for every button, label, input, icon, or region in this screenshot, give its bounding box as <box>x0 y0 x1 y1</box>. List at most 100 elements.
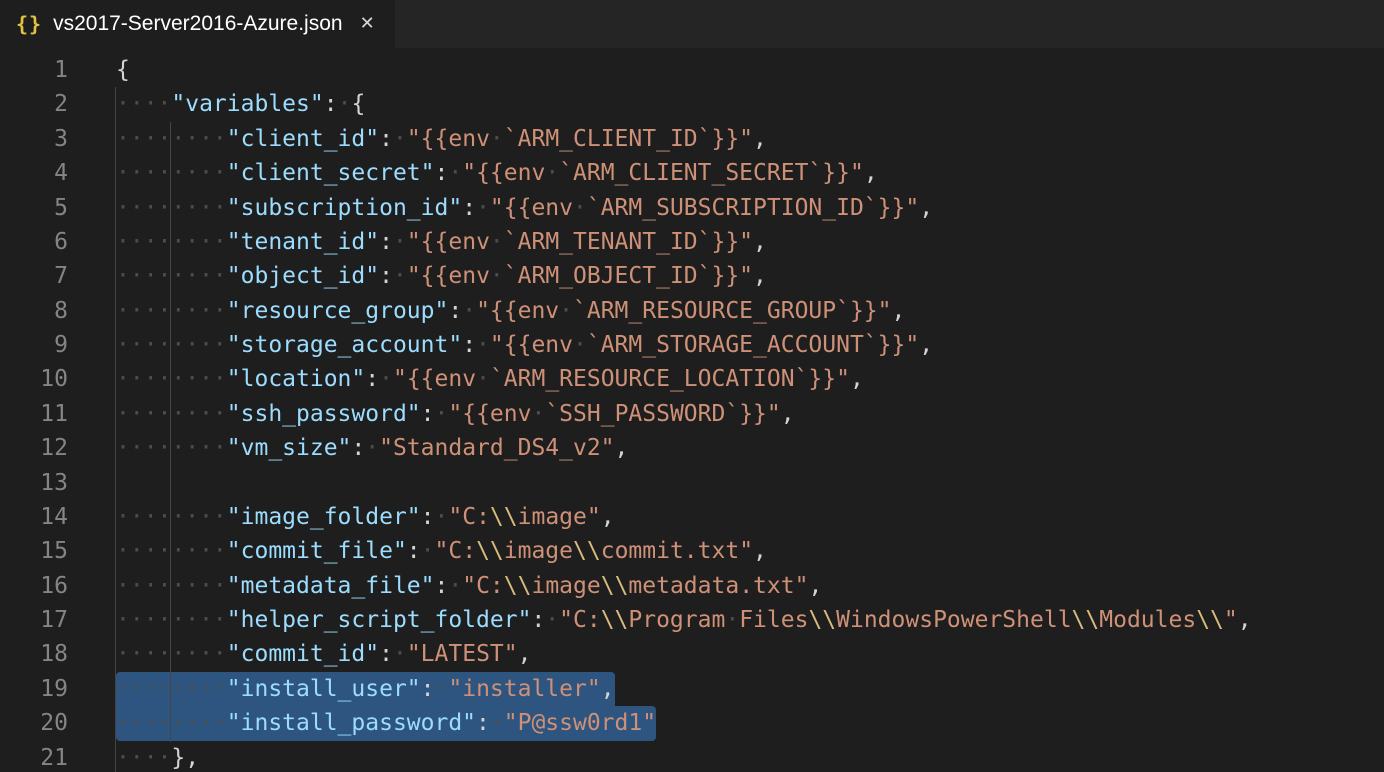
token-key: "vm_size" <box>227 435 352 461</box>
whitespace-dots: ········ <box>116 710 227 736</box>
code-text: ········"image_folder":·"C:\\image", <box>116 500 615 534</box>
token-pun: : <box>379 126 393 152</box>
line-number: 1 <box>0 53 68 87</box>
whitespace-dots: ········ <box>116 435 227 461</box>
code-text: ········"object_id":·"{{env·`ARM_OBJECT_… <box>116 259 767 293</box>
code-line[interactable]: 19········"install_user":·"installer", <box>0 672 1384 706</box>
code-line[interactable]: 7 ········"object_id":·"{{env·`ARM_OBJECT… <box>0 259 1384 293</box>
token-str: "{{env <box>490 195 573 221</box>
whitespace-dots: · <box>421 538 435 564</box>
token-pun: , <box>753 538 767 564</box>
code-line[interactable]: 15········"commit_file":·"C:\\image\\com… <box>0 534 1384 568</box>
line-number: 18 <box>0 637 68 671</box>
code-line[interactable]: 9········"storage_account":·"{{env·`ARM_… <box>0 328 1384 362</box>
code-line[interactable]: 14 ········"image_folder":·"C:\\image", <box>0 500 1384 534</box>
whitespace-dots: · <box>476 195 490 221</box>
whitespace-dots: ········ <box>116 676 227 702</box>
token-pun: , <box>781 401 795 427</box>
token-key: "client_secret" <box>227 160 435 186</box>
line-number: 12 <box>0 431 68 465</box>
token-pun: , <box>864 160 878 186</box>
token-str: `ARM_OBJECT_ID`}}" <box>504 263 753 289</box>
code-line[interactable]: 3········"client_id":·"{{env·`ARM_CLIENT… <box>0 122 1384 156</box>
code-text: ········"install_password":·"P@ssw0rd1" <box>116 706 656 740</box>
token-pun: , <box>808 573 822 599</box>
code-line[interactable]: 13 <box>0 466 1384 500</box>
line-number: 9 <box>0 328 68 362</box>
whitespace-dots: ········ <box>116 263 227 289</box>
token-esc: \\ <box>601 573 629 599</box>
token-pun: : <box>476 710 490 736</box>
whitespace-dots: · <box>393 229 407 255</box>
code-text: ········"ssh_password":·"{{env·`SSH_PASS… <box>116 397 795 431</box>
token-pun: : <box>531 607 545 633</box>
whitespace-dots: · <box>490 710 504 736</box>
whitespace-dots: · <box>725 607 739 633</box>
code-line[interactable]: 20········"install_password":·"P@ssw0rd1… <box>0 706 1384 740</box>
token-str: `ARM_RESOURCE_GROUP`}}" <box>573 298 892 324</box>
code-line[interactable]: 8········"resource_group":·"{{env·`ARM_R… <box>0 294 1384 328</box>
token-pun: , <box>615 435 629 461</box>
code-editor[interactable]: 1{2····"variables":·{3········"client_id… <box>0 48 1384 772</box>
token-key: "client_id" <box>227 126 379 152</box>
token-pun: , <box>601 676 615 702</box>
whitespace-dots: ········ <box>116 538 227 564</box>
code-line[interactable]: 18········"commit_id":·"LATEST", <box>0 637 1384 671</box>
line-number: 13 <box>0 466 68 500</box>
whitespace-dots: · <box>531 401 545 427</box>
whitespace-dots: · <box>365 435 379 461</box>
code-line[interactable]: 2····"variables":·{ <box>0 87 1384 121</box>
code-line[interactable]: 16········"metadata_file":·"C:\\image\\m… <box>0 569 1384 603</box>
code-line[interactable]: 4········"client_secret":·"{{env·`ARM_CL… <box>0 156 1384 190</box>
token-key: "storage_account" <box>227 332 462 358</box>
tab-vs2017-server2016-azure[interactable]: {} vs2017-Server2016-Azure.json ✕ <box>0 0 395 48</box>
token-str: "C: <box>559 607 601 633</box>
code-line[interactable]: 6········"tenant_id":·"{{env·`ARM_TENANT… <box>0 225 1384 259</box>
token-esc: \\ <box>1072 607 1100 633</box>
token-pun: , <box>518 641 532 667</box>
whitespace-dots: ········ <box>116 401 227 427</box>
token-str: " <box>1224 607 1238 633</box>
token-pun: : <box>365 366 379 392</box>
whitespace-dots: · <box>573 332 587 358</box>
code-line[interactable]: 10········"location":·"{{env·`ARM_RESOUR… <box>0 362 1384 396</box>
line-number: 7 <box>0 259 68 293</box>
token-key: "subscription_id" <box>227 195 462 221</box>
token-str: "installer" <box>448 676 600 702</box>
token-pun: : <box>462 332 476 358</box>
code-text: ····}, <box>116 741 199 772</box>
token-pun: : <box>421 401 435 427</box>
whitespace-dots: · <box>490 263 504 289</box>
token-str: `ARM_STORAGE_ACCOUNT`}}" <box>587 332 919 358</box>
token-str: "{{env <box>393 366 476 392</box>
code-line[interactable]: 11········"ssh_password":·"{{env·`SSH_PA… <box>0 397 1384 431</box>
line-number: 14 <box>0 500 68 534</box>
token-str: "{{env <box>407 263 490 289</box>
whitespace-dots: · <box>462 298 476 324</box>
code-line[interactable]: 12········"vm_size":·"Standard_DS4_v2", <box>0 431 1384 465</box>
token-esc: \\ <box>504 573 532 599</box>
token-str: `ARM_RESOURCE_LOCATION`}}" <box>490 366 850 392</box>
close-tab-icon[interactable]: ✕ <box>360 15 375 33</box>
line-number: 8 <box>0 294 68 328</box>
token-pun: , <box>753 263 767 289</box>
token-pun: : <box>379 229 393 255</box>
json-file-icon: {} <box>16 12 42 36</box>
whitespace-dots: · <box>545 607 559 633</box>
whitespace-dots: ········ <box>116 641 227 667</box>
line-number: 21 <box>0 741 68 772</box>
whitespace-dots: · <box>448 160 462 186</box>
token-pun: { <box>116 57 130 83</box>
token-str: "LATEST" <box>407 641 518 667</box>
whitespace-dots: ···· <box>116 745 171 771</box>
code-line[interactable]: 21 ····}, <box>0 741 1384 772</box>
token-key: "location" <box>227 366 365 392</box>
token-str: "{{env <box>407 126 490 152</box>
code-line[interactable]: 17········"helper_script_folder":·"C:\\P… <box>0 603 1384 637</box>
whitespace-dots: ········ <box>116 366 227 392</box>
code-line[interactable]: 5········"subscription_id":·"{{env·`ARM_… <box>0 191 1384 225</box>
code-line[interactable]: 1{ <box>0 53 1384 87</box>
whitespace-dots: · <box>559 298 573 324</box>
editor-lines: 1{2····"variables":·{3········"client_id… <box>0 53 1384 772</box>
code-text: ········"storage_account":·"{{env·`ARM_S… <box>116 328 933 362</box>
